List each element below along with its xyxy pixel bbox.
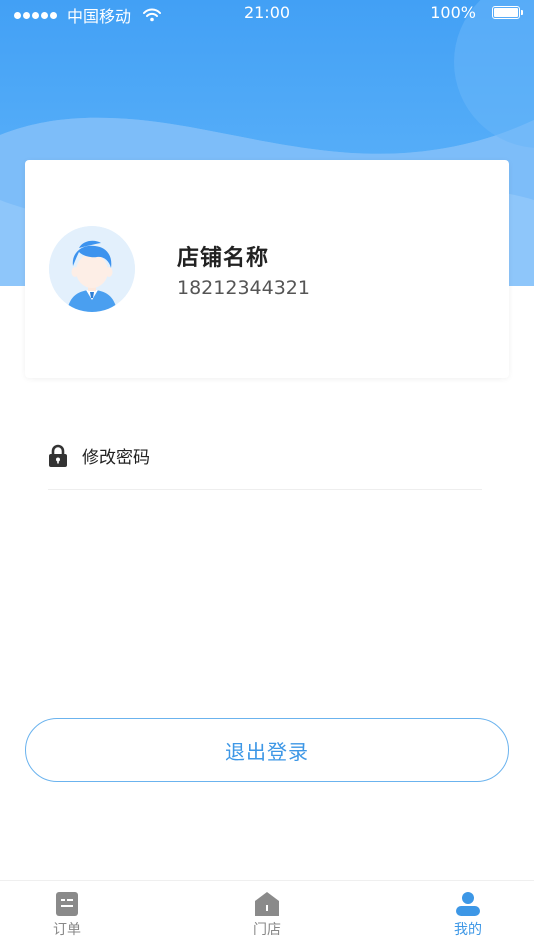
tab-stores-label: 门店: [253, 922, 281, 938]
tab-mine-label: 我的: [454, 922, 482, 938]
battery-percent: 100%: [430, 3, 476, 22]
store-name: 店铺名称: [177, 246, 270, 271]
tab-mine[interactable]: 我的: [408, 881, 528, 950]
battery-icon: [492, 6, 523, 19]
tab-bar: 订单 门店 我的: [0, 880, 534, 950]
store-icon: [255, 892, 279, 916]
status-bar: 中国移动 21:00 100%: [0, 0, 534, 28]
tab-orders-label: 订单: [53, 922, 81, 938]
avatar[interactable]: [49, 226, 135, 312]
tab-orders[interactable]: 订单: [7, 881, 127, 950]
lock-icon: [49, 444, 67, 467]
profile-card[interactable]: 店铺名称 18212344321: [25, 160, 509, 378]
change-password-row[interactable]: 修改密码: [48, 430, 482, 490]
store-phone: 18212344321: [177, 277, 310, 299]
change-password-label: 修改密码: [82, 448, 150, 468]
logout-button[interactable]: 退出登录: [25, 718, 509, 782]
tab-stores[interactable]: 门店: [207, 881, 327, 950]
avatar-illustration-icon: [49, 226, 135, 312]
orders-icon: [56, 892, 78, 916]
user-icon: [456, 892, 480, 916]
